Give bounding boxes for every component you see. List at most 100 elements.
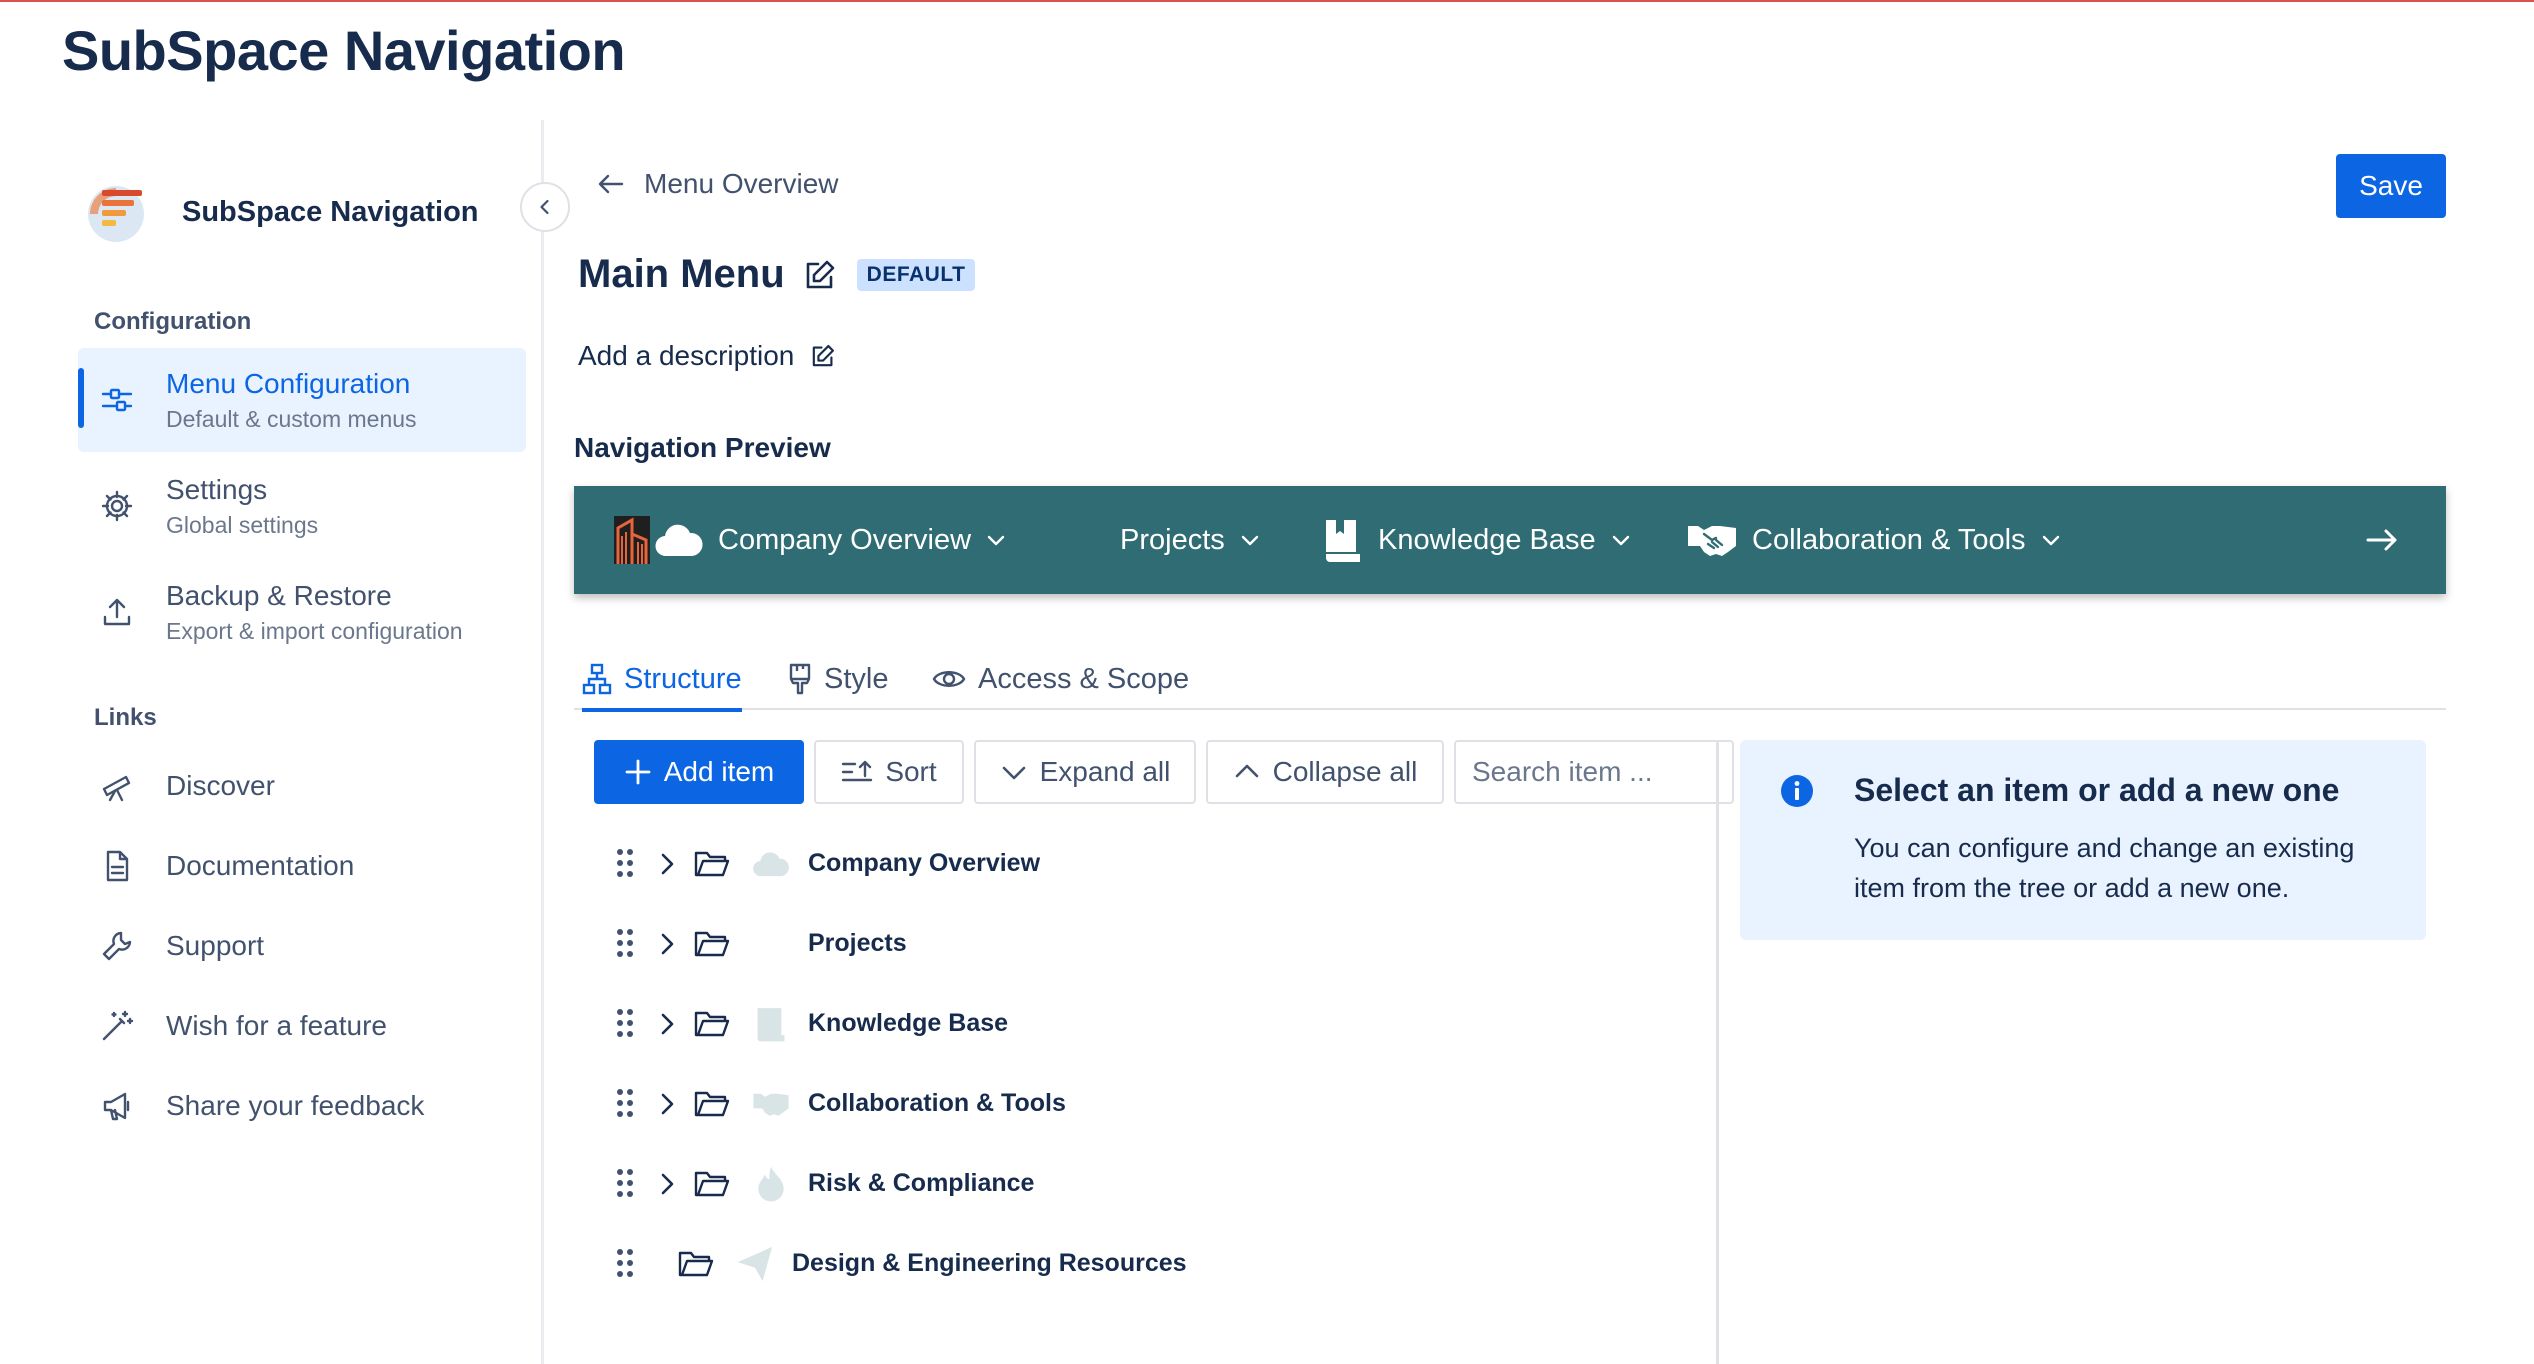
preview-item-label: Projects <box>1120 523 1225 556</box>
wrench-icon <box>98 927 136 965</box>
sidebar-link-label: Discover <box>166 770 275 801</box>
save-button[interactable]: Save <box>2336 154 2446 218</box>
sidebar-item-sublabel: Export & import configuration <box>166 618 463 644</box>
info-panel: Select an item or add a new one You can … <box>1740 740 2426 940</box>
document-icon <box>98 847 136 885</box>
preview-item-label: Collaboration & Tools <box>1752 523 2026 556</box>
preview-item-knowledge-base[interactable]: Knowledge Base <box>1322 486 1632 594</box>
preview-item-label: Knowledge Base <box>1378 523 1596 556</box>
tab-style[interactable]: Style <box>788 648 888 710</box>
navigation-preview-heading: Navigation Preview <box>574 432 831 463</box>
edit-title-icon[interactable] <box>803 258 837 292</box>
info-title: Select an item or add a new one <box>1854 772 2340 808</box>
book-icon <box>757 1008 785 1042</box>
arrow-right-icon[interactable] <box>2362 520 2402 560</box>
paintbrush-icon <box>789 663 811 695</box>
back-link-label: Menu Overview <box>644 168 839 199</box>
links-section-label: Links <box>94 704 157 731</box>
tab-access-scope[interactable]: Access & Scope <box>932 648 1189 710</box>
sidebar-link-feedback[interactable]: Share your feedback <box>78 1076 526 1136</box>
sort-label: Sort <box>885 756 937 787</box>
tab-label: Structure <box>624 662 742 695</box>
tree-item-label: Risk & Compliance <box>808 1169 1035 1197</box>
preview-item-label: Company Overview <box>718 523 972 556</box>
collapse-all-label: Collapse all <box>1272 756 1418 787</box>
info-icon <box>1781 775 1813 807</box>
sidebar-item-label: Settings <box>166 474 268 505</box>
sidebar-link-label: Support <box>166 930 265 961</box>
sidebar: SubSpace Navigation Configuration Menu C… <box>0 120 570 1364</box>
telescope-icon <box>98 767 136 805</box>
sliders-icon <box>98 381 136 419</box>
menu-title: Main Menu <box>578 252 785 296</box>
magic-wand-icon <box>98 1007 136 1045</box>
book-icon <box>1322 516 1364 564</box>
sidebar-link-documentation[interactable]: Documentation <box>78 836 526 896</box>
chevron-right-icon[interactable] <box>656 1011 678 1037</box>
tree-item-label: Knowledge Base <box>808 1009 1009 1037</box>
folder-icon <box>694 1011 730 1037</box>
page-title: SubSpace Navigation <box>62 19 626 82</box>
handshake-icon <box>753 1093 789 1116</box>
chevron-right-icon[interactable] <box>656 1171 678 1197</box>
chevron-right-icon[interactable] <box>656 931 678 957</box>
megaphone-icon <box>98 1087 136 1125</box>
add-description-link[interactable]: Add a description <box>578 340 836 372</box>
flame-icon <box>758 1166 784 1202</box>
drag-handle-icon[interactable] <box>614 1007 636 1039</box>
sidebar-item-label: Backup & Restore <box>166 580 392 611</box>
chevron-left-icon <box>540 199 549 215</box>
add-item-button[interactable]: Add item <box>594 740 804 804</box>
sidebar-item-menu-configuration[interactable]: Menu Configuration Default & custom menu… <box>78 348 526 452</box>
tab-label: Access & Scope <box>978 662 1190 695</box>
back-to-menu-overview-link[interactable]: Menu Overview <box>596 168 839 200</box>
chevron-down-icon <box>1239 529 1261 551</box>
tree-item-label: Design & Engineering Resources <box>792 1249 1187 1277</box>
expand-all-button[interactable]: Expand all <box>974 740 1196 804</box>
plus-icon <box>625 759 651 785</box>
sidebar-item-backup-restore[interactable]: Backup & Restore Export & import configu… <box>78 560 526 664</box>
chevron-right-icon[interactable] <box>656 1091 678 1117</box>
drag-handle-icon[interactable] <box>614 1247 636 1279</box>
preview-item-collaboration-tools[interactable]: Collaboration & Tools <box>1686 486 2062 594</box>
sort-icon <box>842 760 873 782</box>
folder-icon <box>694 931 730 957</box>
collapse-sidebar-button[interactable] <box>520 182 570 232</box>
collapse-all-button[interactable]: Collapse all <box>1206 740 1444 804</box>
sidebar-link-wish-feature[interactable]: Wish for a feature <box>78 996 526 1056</box>
menu-title-row: Main Menu DEFAULT <box>578 252 976 297</box>
drag-handle-icon[interactable] <box>614 1167 636 1199</box>
search-item-input[interactable] <box>1454 740 1734 804</box>
default-badge: DEFAULT <box>856 258 976 291</box>
tab-structure[interactable]: Structure <box>582 648 742 712</box>
subspace-logo-icon <box>88 186 144 242</box>
sort-button[interactable]: Sort <box>814 740 964 804</box>
drag-handle-icon[interactable] <box>614 847 636 879</box>
sidebar-link-label: Share your feedback <box>166 1090 425 1121</box>
folder-icon <box>678 1251 714 1277</box>
drag-handle-icon[interactable] <box>614 1087 636 1119</box>
tab-label: Style <box>824 662 889 695</box>
chevron-right-icon[interactable] <box>656 851 678 877</box>
sidebar-item-settings[interactable]: Settings Global settings <box>78 454 526 558</box>
tree-item-label: Company Overview <box>808 849 1041 877</box>
tree-toolbar: Add item Sort Expand all Collapse all <box>594 740 1734 804</box>
expand-all-label: Expand all <box>1039 756 1171 787</box>
sidebar-brand: SubSpace Navigation <box>84 172 479 252</box>
drag-handle-icon[interactable] <box>614 927 636 959</box>
folder-icon <box>694 1171 730 1197</box>
chevron-down-icon <box>985 529 1007 551</box>
folder-icon <box>694 851 730 877</box>
handshake-icon <box>1686 520 1738 560</box>
brand-name: SubSpace Navigation <box>182 195 479 228</box>
preview-item-projects[interactable]: Projects <box>1120 486 1261 594</box>
gear-icon <box>98 487 136 525</box>
chevron-down-icon <box>1002 766 1025 780</box>
preview-item-company-overview[interactable]: Company Overview <box>654 486 1007 594</box>
sidebar-link-discover[interactable]: Discover <box>78 756 526 816</box>
tree-item-label: Collaboration & Tools <box>808 1089 1066 1117</box>
sidebar-link-support[interactable]: Support <box>78 916 526 976</box>
paper-plane-icon <box>737 1246 773 1282</box>
upload-icon <box>98 593 136 631</box>
description-placeholder: Add a description <box>578 340 795 371</box>
